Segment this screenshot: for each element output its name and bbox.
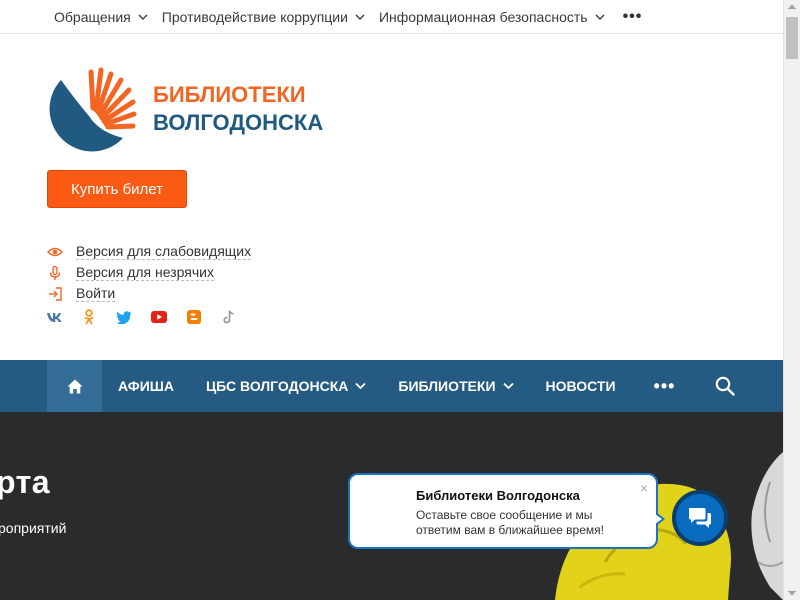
scroll-down-arrow[interactable]	[788, 591, 796, 596]
nav-item-label: БИБЛИОТЕКИ	[398, 378, 496, 394]
buy-ticket-button[interactable]: Купить билет	[47, 170, 187, 208]
youtube-icon[interactable]	[151, 309, 167, 325]
site-logo[interactable]: БИБЛИОТЕКИ ВОЛГОДОНСКА	[47, 64, 323, 154]
logo-line-2: ВОЛГОДОНСКА	[153, 110, 324, 135]
eye-icon	[47, 247, 63, 256]
twitter-icon[interactable]	[116, 309, 132, 325]
nav-item-news[interactable]: НОВОСТИ	[530, 360, 632, 412]
chat-open-button[interactable]	[672, 490, 728, 546]
scroll-thumb[interactable]	[786, 17, 798, 59]
nav-item-label: НОВОСТИ	[545, 378, 616, 394]
home-button[interactable]	[47, 360, 102, 412]
login-link[interactable]: Войти	[47, 283, 251, 304]
nav-item-cbs[interactable]: ЦБС ВОЛГОДОНСКА	[190, 360, 382, 412]
tiktok-icon[interactable]	[221, 309, 237, 325]
chevron-down-icon	[355, 13, 365, 20]
top-utility-bar: Обращения Противодействие коррупции Инфо…	[0, 0, 783, 34]
chat-bubble-icon	[689, 508, 711, 528]
main-navigation: АФИША ЦБС ВОЛГОДОНСКА БИБЛИОТЕКИ НОВОСТИ…	[0, 360, 783, 412]
search-button[interactable]	[697, 360, 743, 412]
topbar-item-label: Противодействие коррупции	[161, 8, 348, 25]
nav-item-label: АФИША	[118, 378, 174, 394]
nav-item-libraries[interactable]: БИБЛИОТЕКИ	[382, 360, 529, 412]
chevron-down-icon	[502, 382, 514, 390]
chat-popup[interactable]: Библиотеки Волгодонска Оставьте свое соо…	[348, 473, 665, 549]
chat-message: Оставьте свое сообщение и мы ответим вам…	[416, 508, 604, 537]
chevron-down-icon	[595, 13, 605, 20]
chevron-down-icon	[355, 382, 367, 390]
login-icon	[49, 286, 62, 301]
page-scrollbar[interactable]	[783, 0, 800, 600]
blogger-icon[interactable]	[186, 309, 202, 325]
logo-text: БИБЛИОТЕКИ ВОЛГОДОНСКА	[153, 81, 323, 137]
scroll-up-arrow[interactable]	[788, 4, 796, 9]
low-vision-version-link[interactable]: Версия для слабовидящих	[47, 241, 252, 262]
topbar-item-appeals[interactable]: Обращения	[54, 9, 148, 25]
chat-popup-tail-inner	[655, 514, 662, 524]
vk-icon[interactable]	[46, 309, 62, 325]
topbar-item-anticorruption[interactable]: Противодействие коррупции	[162, 9, 365, 25]
logo-line-1: БИБЛИОТЕКИ	[153, 82, 306, 107]
chat-title: Библиотеки Волгодонска	[416, 488, 580, 503]
login-label: Войти	[76, 285, 116, 302]
accessibility-links: Версия для слабовидящих Версия для незря…	[47, 241, 252, 304]
topbar-more-button[interactable]: •••	[623, 8, 643, 26]
blind-version-link[interactable]: Версия для незрячих	[47, 262, 251, 283]
topbar-item-label: Информационная безопасность	[378, 8, 588, 25]
blind-version-label: Версия для незрячих	[76, 264, 214, 281]
topbar-item-label: Обращения	[54, 8, 131, 25]
nav-more-button[interactable]: •••	[632, 360, 698, 412]
low-vision-version-label: Версия для слабовидящих	[76, 243, 252, 260]
microphone-icon	[49, 265, 61, 280]
nav-item-afisha[interactable]: АФИША	[102, 360, 190, 412]
nav-item-label: ЦБС ВОЛГОДОНСКА	[205, 378, 349, 394]
logo-emblem-icon	[49, 67, 137, 152]
chat-close-button[interactable]: ×	[640, 480, 648, 496]
topbar-item-infosecurity[interactable]: Информационная безопасность	[379, 9, 605, 25]
odnoklassniki-icon[interactable]	[81, 309, 97, 325]
chevron-down-icon	[138, 13, 148, 20]
search-icon	[716, 376, 736, 396]
home-icon	[67, 379, 82, 393]
social-links	[46, 309, 256, 325]
